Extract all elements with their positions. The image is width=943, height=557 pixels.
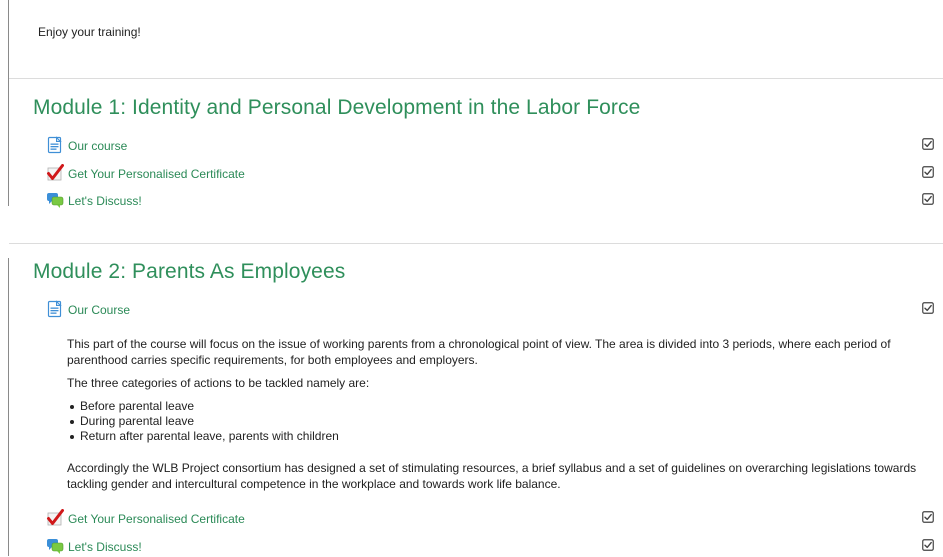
page-icon [46, 136, 64, 154]
description-paragraph: The three categories of actions to be ta… [67, 376, 370, 390]
left-border-line [8, 0, 9, 206]
list-item: Return after parental leave, parents wit… [67, 429, 339, 444]
completion-checkbox-icon[interactable] [922, 302, 934, 314]
description-paragraph: Accordingly the WLB Project consortium h… [67, 461, 917, 491]
activity-certificate[interactable]: Get Your Personalised Certificate [46, 164, 943, 184]
list-item: During parental leave [67, 414, 339, 429]
activity-link[interactable]: Our course [68, 139, 127, 153]
course-description-resources: Accordingly the WLB Project consortium h… [67, 460, 927, 492]
activity-our-course[interactable]: Our Course [46, 300, 943, 320]
activity-discussion[interactable]: Let's Discuss! [46, 191, 943, 211]
activity-link[interactable]: Our Course [68, 303, 130, 317]
section-divider [9, 78, 943, 79]
activity-discussion[interactable]: Let's Discuss! [46, 537, 943, 557]
section-title-module-1: Module 1: Identity and Personal Developm… [33, 96, 641, 119]
activity-link[interactable]: Get Your Personalised Certificate [68, 512, 245, 526]
forum-icon [46, 537, 64, 555]
categories-list: Before parental leave During parental le… [67, 399, 339, 444]
section-divider [9, 243, 943, 244]
left-border-line [8, 258, 9, 556]
page-icon [46, 300, 64, 318]
activity-certificate[interactable]: Get Your Personalised Certificate [46, 509, 943, 529]
forum-icon [46, 191, 64, 209]
list-item: Before parental leave [67, 399, 339, 414]
activity-link[interactable]: Let's Discuss! [68, 540, 142, 554]
completion-checkbox-icon[interactable] [922, 193, 934, 205]
activity-our-course[interactable]: Our course [46, 136, 943, 156]
section-title-module-2: Module 2: Parents As Employees [33, 260, 346, 283]
activity-link[interactable]: Let's Discuss! [68, 194, 142, 208]
completion-checkbox-icon[interactable] [922, 511, 934, 523]
course-description-categories: The three categories of actions to be ta… [67, 375, 927, 391]
completion-checkbox-icon[interactable] [922, 166, 934, 178]
certificate-icon [46, 509, 64, 527]
intro-text: Enjoy your training! [38, 25, 141, 39]
certificate-icon [46, 164, 64, 182]
description-paragraph: This part of the course will focus on th… [67, 337, 891, 367]
course-description-intro: This part of the course will focus on th… [67, 336, 927, 368]
activity-link[interactable]: Get Your Personalised Certificate [68, 167, 245, 181]
completion-checkbox-icon[interactable] [922, 539, 934, 551]
completion-checkbox-icon[interactable] [922, 138, 934, 150]
